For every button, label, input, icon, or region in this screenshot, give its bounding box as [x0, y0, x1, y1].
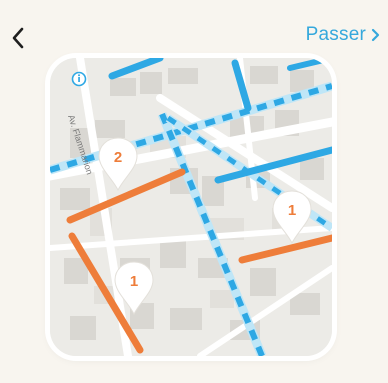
back-button[interactable]: [6, 24, 30, 52]
onboarding-screen: Passer Av. Flammarion 2 1 1: [0, 0, 388, 383]
marker-number: 1: [288, 202, 296, 219]
skip-button[interactable]: Passer: [306, 22, 380, 48]
marker-number: 1: [130, 273, 138, 290]
info-icon[interactable]: [71, 71, 87, 87]
skip-label: Passer: [305, 24, 366, 45]
map-illustration: Av. Flammarion 2 1 1: [50, 58, 332, 356]
chevron-left-icon: [12, 27, 24, 49]
map-card[interactable]: Av. Flammarion 2 1 1: [50, 58, 332, 356]
marker-number: 2: [114, 149, 122, 166]
chevron-right-icon: [371, 28, 380, 42]
